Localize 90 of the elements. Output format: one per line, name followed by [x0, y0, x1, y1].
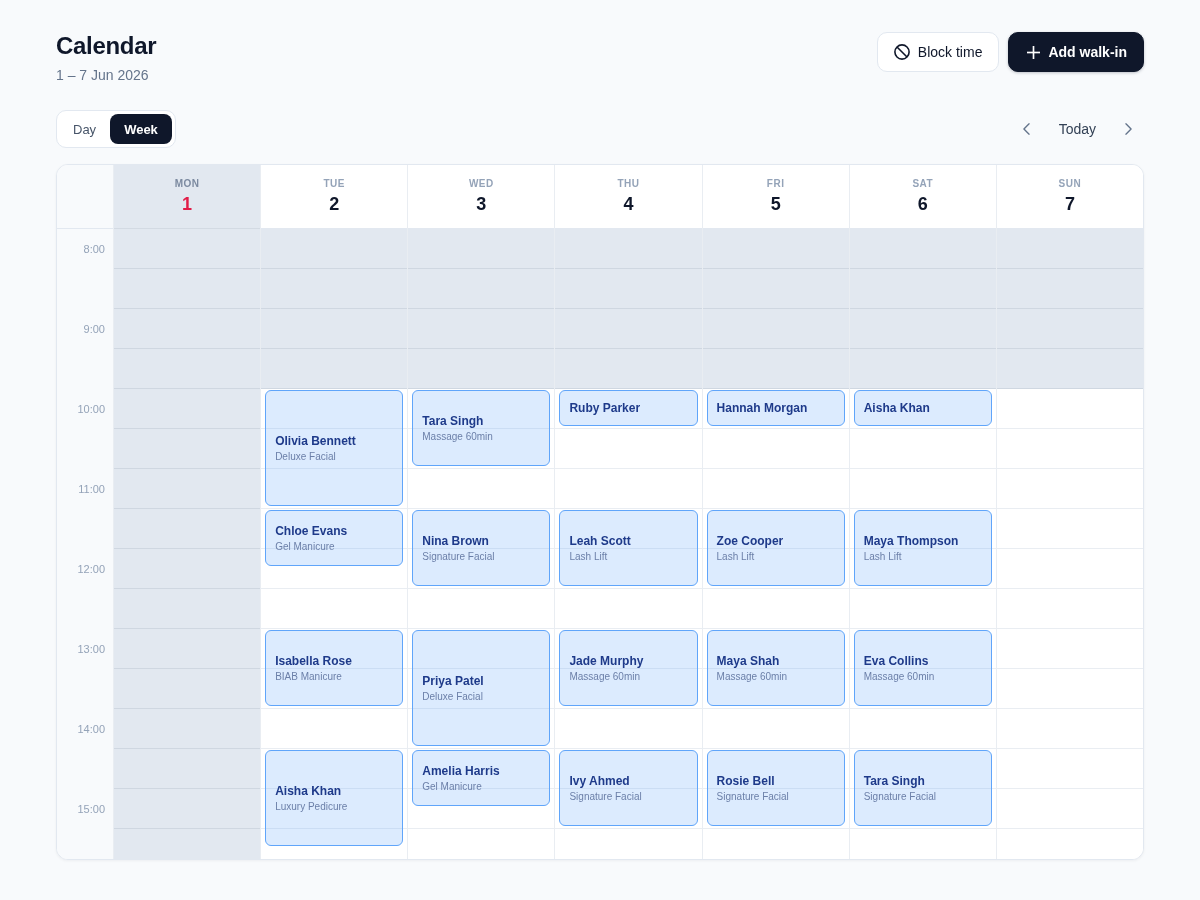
client-name: Ruby Parker: [569, 400, 641, 416]
service-name: Luxury Pedicure: [275, 800, 348, 813]
appointment-card[interactable]: Nina Brown Signature Facial: [412, 510, 551, 586]
time-label: 11:00: [78, 482, 105, 496]
chevron-left-icon: [1023, 123, 1031, 135]
time-label: 13:00: [77, 642, 105, 656]
service-name: Deluxe Facial: [275, 450, 336, 463]
date-range: 1 – 7 Jun 2026: [56, 66, 149, 85]
service-name: Signature Facial: [569, 790, 642, 803]
day-number: 7: [1064, 193, 1075, 215]
service-name: Massage 60min: [716, 670, 788, 683]
block-icon: [893, 44, 910, 60]
client-name: Hannah Morgan: [716, 400, 808, 416]
service-name: Signature Facial: [422, 550, 495, 563]
appointment-card[interactable]: Tara Singh Signature Facial: [853, 750, 992, 826]
client-name: Tara Singh: [863, 773, 925, 789]
client-name: Tara Singh: [422, 413, 484, 429]
appointment-card[interactable]: Ruby Parker: [559, 390, 698, 426]
appointment-card[interactable]: Tara Singh Massage 60min: [412, 390, 551, 466]
client-name: Zoe Cooper: [716, 533, 784, 549]
block-time-button[interactable]: Block time: [876, 32, 1000, 72]
client-name: Nina Brown: [422, 533, 489, 549]
service-name: Lash Lift: [569, 550, 608, 563]
time-label: 8:00: [83, 242, 105, 256]
appointment-card[interactable]: Maya Shah Massage 60min: [706, 630, 845, 706]
time-label: 12:00: [77, 562, 105, 576]
page-title: Calendar: [56, 32, 157, 60]
client-name: Ivy Ahmed: [569, 773, 630, 789]
view-tab[interactable]: Week: [110, 114, 172, 144]
weekday-label: WED: [468, 178, 494, 190]
appointment-card[interactable]: Eva Collins Massage 60min: [853, 630, 992, 706]
appointment-card[interactable]: Zoe Cooper Lash Lift: [706, 510, 845, 586]
appointment-card[interactable]: Aisha Khan: [853, 390, 992, 426]
appointment-card[interactable]: Maya Thompson Lash Lift: [853, 510, 992, 586]
add-walk-in-button[interactable]: Add walk-in: [1008, 32, 1144, 72]
client-name: Isabella Rose: [275, 653, 352, 669]
time-label: 14:00: [77, 722, 105, 736]
weekday-label: FRI: [766, 178, 785, 190]
day-number: 6: [917, 193, 928, 215]
weekday-label: MON: [174, 178, 200, 190]
service-name: Massage 60min: [569, 670, 640, 683]
appointment-card[interactable]: Leah Scott Lash Lift: [559, 510, 698, 586]
service-name: BIAB Manicure: [275, 670, 342, 683]
client-name: Maya Shah: [716, 653, 780, 669]
service-name: Lash Lift: [863, 550, 902, 563]
service-name: Lash Lift: [716, 550, 755, 563]
appointment-card[interactable]: Aisha Khan Luxury Pedicure: [265, 750, 404, 846]
chevron-right-icon: [1124, 123, 1132, 135]
appointment-card[interactable]: Chloe Evans Gel Manicure: [265, 510, 404, 566]
time-label: 15:00: [77, 802, 105, 816]
weekday-label: SUN: [1058, 178, 1082, 190]
weekday-label: TUE: [323, 178, 345, 190]
client-name: Aisha Khan: [863, 400, 930, 416]
appointment-card[interactable]: Priya Patel Deluxe Facial: [412, 630, 551, 746]
appointment-card[interactable]: Jade Murphy Massage 60min: [559, 630, 698, 706]
client-name: Olivia Bennett: [275, 433, 356, 449]
view-tab[interactable]: Day: [60, 114, 110, 144]
service-name: Signature Facial: [716, 790, 789, 803]
client-name: Jade Murphy: [569, 653, 644, 669]
client-name: Eva Collins: [863, 653, 929, 669]
appointment-card[interactable]: Isabella Rose BIAB Manicure: [265, 630, 404, 706]
day-number: 5: [770, 193, 781, 215]
day-number: 1: [182, 193, 193, 215]
client-name: Chloe Evans: [275, 523, 348, 539]
appointment-card[interactable]: Hannah Morgan: [706, 390, 845, 426]
client-name: Aisha Khan: [275, 783, 342, 799]
service-name: Massage 60min: [863, 670, 935, 683]
client-name: Rosie Bell: [716, 773, 775, 789]
appointment-card[interactable]: Olivia Bennett Deluxe Facial: [265, 390, 404, 506]
weekday-label: THU: [617, 178, 640, 190]
appointment-card[interactable]: Rosie Bell Signature Facial: [706, 750, 845, 826]
service-name: Gel Manicure: [422, 780, 482, 793]
day-number: 4: [623, 193, 634, 215]
client-name: Priya Patel: [422, 673, 484, 689]
time-label: 10:00: [77, 402, 105, 416]
client-name: Leah Scott: [569, 533, 631, 549]
weekday-label: SAT: [912, 178, 934, 190]
today-button[interactable]: Today: [1046, 113, 1108, 145]
plus-icon: [1027, 45, 1041, 59]
service-name: Signature Facial: [863, 790, 936, 803]
service-name: Deluxe Facial: [422, 690, 483, 703]
service-name: Gel Manicure: [275, 540, 335, 553]
time-label: 9:00: [83, 322, 105, 336]
client-name: Maya Thompson: [863, 533, 959, 549]
client-name: Amelia Harris: [422, 763, 500, 779]
appointment-card[interactable]: Amelia Harris Gel Manicure: [412, 750, 551, 806]
appointment-card[interactable]: Ivy Ahmed Signature Facial: [559, 750, 698, 826]
service-name: Massage 60min: [422, 430, 493, 443]
day-number: 2: [329, 193, 340, 215]
day-number: 3: [476, 193, 487, 215]
